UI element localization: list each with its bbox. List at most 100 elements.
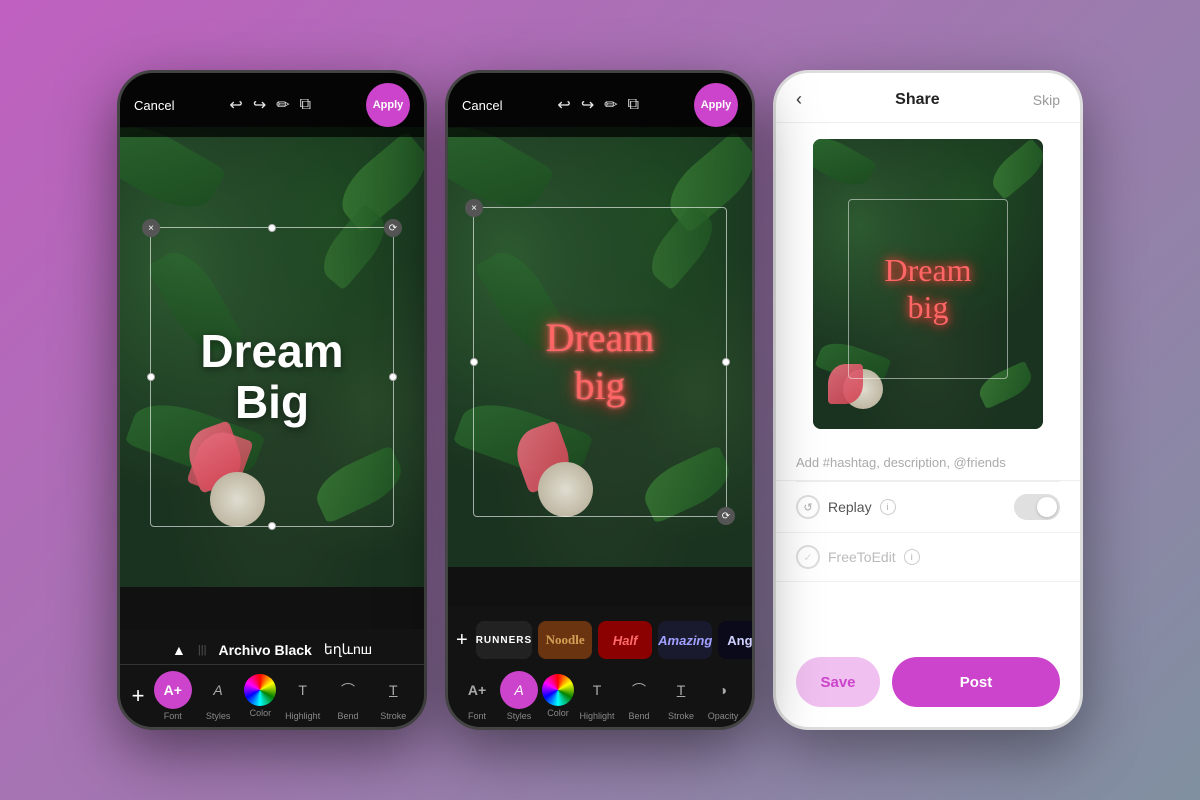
chevron-up-icon[interactable]: ▲ [172,642,186,658]
font-icon-2[interactable]: A+ [458,671,496,709]
stroke-label: Stroke [380,711,406,721]
style-noodle[interactable]: Noodle [538,621,592,659]
stroke-icon-2[interactable]: T [662,671,700,709]
stroke-label-2: Stroke [668,711,694,721]
tools-row-2: A+ Font A Styles Color T Highlight ⌒ Ben… [448,665,752,723]
toolbar-1: Cancel ↩ ↪ ✏ ⧉ Apply [120,73,424,137]
text-content-2: Dream big [474,208,726,516]
replay-info-icon[interactable]: i [880,499,896,515]
back-button[interactable]: ‹ [796,89,802,110]
redo-icon[interactable]: ↪ [253,95,266,115]
tools-row-1: + A+ Font A Styles Color T Highlight ⌒ B… [120,665,424,723]
opacity-icon[interactable]: ◑ [704,671,742,709]
font-label: Font [164,711,182,721]
handle-right-2[interactable] [722,358,730,366]
styles-label-2: Styles [507,711,532,721]
dream-text-1: Dream [200,326,343,377]
replay-row: ↺ Replay i [776,482,1080,533]
free-to-edit-info-icon[interactable]: i [904,549,920,565]
add-icon-2[interactable]: + [456,629,468,652]
layers-icon[interactable]: ⧉ [300,96,311,114]
redo-icon-2[interactable]: ↪ [581,95,594,115]
style-half[interactable]: Half [598,621,652,659]
eraser-icon[interactable]: ✏ [276,95,289,115]
style-amazing[interactable]: Amazing [658,621,712,659]
canvas-2: × ⟳ Dream big [448,127,752,567]
bend-icon-2[interactable]: ⌒ [620,671,658,709]
handle-left[interactable] [147,373,155,381]
font-name-label[interactable]: Archivo Black [218,642,311,658]
color-label-2: Color [547,708,569,718]
dream-text-2: Dream [546,314,655,362]
post-button[interactable]: Post [892,657,1060,707]
preview-text: Dream big [884,200,971,378]
tool-stroke[interactable]: T Stroke [374,671,412,721]
color-label: Color [250,708,272,718]
share-caption[interactable]: Add #hashtag, description, @friends [776,445,1080,481]
share-actions: Save Post [776,637,1080,727]
undo-icon[interactable]: ↩ [229,95,242,115]
undo-icon-2[interactable]: ↩ [557,95,570,115]
tool-styles-2[interactable]: A Styles [500,671,538,721]
tool-opacity[interactable]: ◑ Opacity [704,671,742,721]
big-text-1: Big [235,377,309,428]
cancel-button-2[interactable]: Cancel [462,98,502,113]
styles-icon-2[interactable]: A [500,671,538,709]
corner-x-2[interactable]: × [465,199,483,217]
corner-x-icon[interactable]: × [142,219,160,237]
bend-label: Bend [337,711,358,721]
corner-rotate-2[interactable]: ⟳ [717,507,735,525]
opacity-label: Opacity [708,711,739,721]
highlight-icon[interactable]: T [284,671,322,709]
tool-bend[interactable]: ⌒ Bend [329,671,367,721]
highlight-label-2: Highlight [579,711,614,721]
handle-bottom[interactable] [268,522,276,530]
layers-icon-2[interactable]: ⧉ [628,96,639,114]
tool-font-2[interactable]: A+ Font [458,671,496,721]
tool-styles[interactable]: A Styles [199,671,237,721]
font-name-alt-label[interactable]: եղևnш [324,641,372,658]
stroke-icon[interactable]: T [374,671,412,709]
toolbar-icons-1: ↩ ↪ ✏ ⧉ [229,95,311,115]
skip-button[interactable]: Skip [1033,92,1060,108]
handle-left-2[interactable] [470,358,478,366]
text-box-2[interactable]: × ⟳ Dream big [473,207,727,517]
cancel-button-1[interactable]: Cancel [134,98,174,113]
caption-placeholder: Add #hashtag, description, @friends [796,455,1006,470]
preview-big: big [908,289,949,326]
share-title: Share [895,91,939,109]
replay-toggle[interactable] [1014,494,1060,520]
replay-left: ↺ Replay i [796,495,896,519]
tool-highlight[interactable]: T Highlight [284,671,322,721]
tool-highlight-2[interactable]: T Highlight [578,671,616,721]
bend-label-2: Bend [628,711,649,721]
share-header: ‹ Share Skip [776,73,1080,123]
style-runners[interactable]: RUNNERS [476,621,532,659]
handle-right[interactable] [389,373,397,381]
corner-rotate-icon[interactable]: ⟳ [384,219,402,237]
style-angel[interactable]: Angel [718,621,752,659]
phone-2: Cancel ↩ ↪ ✏ ⧉ Apply × ⟳ Dream [445,70,755,730]
tool-color[interactable]: Color [244,674,276,718]
save-button[interactable]: Save [796,657,880,707]
canvas-1: × ⟳ Dream Big [120,127,424,587]
eraser-icon-2[interactable]: ✏ [604,95,617,115]
bend-icon[interactable]: ⌒ [329,671,367,709]
tool-stroke-2[interactable]: T Stroke [662,671,700,721]
add-icon[interactable]: + [132,683,145,709]
color-icon-2[interactable] [542,674,574,706]
text-box-1[interactable]: × ⟳ Dream Big [150,227,394,527]
preview-dream: Dream [884,252,971,289]
highlight-icon-2[interactable]: T [578,671,616,709]
tool-font[interactable]: A+ Font [154,671,192,721]
handle-top[interactable] [268,224,276,232]
styles-icon[interactable]: A [199,671,237,709]
tool-bend-2[interactable]: ⌒ Bend [620,671,658,721]
apply-button-1[interactable]: Apply [366,83,410,127]
free-to-edit-left: ✓ FreeToEdit i [796,545,920,569]
font-icon[interactable]: A+ [154,671,192,709]
apply-button-2[interactable]: Apply [694,83,738,127]
tool-color-2[interactable]: Color [542,674,574,718]
share-panel: ‹ Share Skip Dream big Add #hashtag, des… [773,70,1083,730]
color-icon[interactable] [244,674,276,706]
